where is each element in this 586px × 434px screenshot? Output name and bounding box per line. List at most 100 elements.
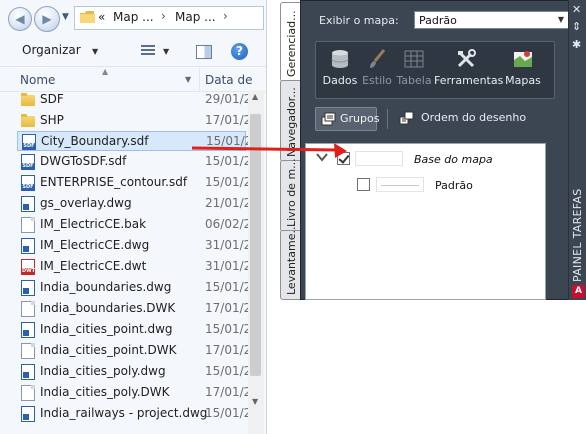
tab-map-book[interactable]: Livro de m... xyxy=(280,158,300,232)
column-header-name[interactable]: Nome xyxy=(20,73,55,87)
dwg-file-icon xyxy=(21,322,35,338)
file-date: 15/01/2 xyxy=(205,322,248,336)
layer-style-swatch xyxy=(355,151,403,166)
column-header-date[interactable]: Data de xyxy=(205,73,252,87)
chevron-down-icon[interactable]: ▼ xyxy=(185,75,191,84)
file-date: 15/01/2 xyxy=(205,175,248,189)
file-row[interactable]: India_cities_point.DWK 17/01/2 xyxy=(17,341,248,361)
dwt-file-icon xyxy=(21,259,35,275)
back-button[interactable]: ◀ xyxy=(8,7,32,31)
tab-map-explorer[interactable]: Navegador... xyxy=(280,80,300,162)
file-row[interactable]: India_boundaries.DWK 17/01/2 xyxy=(17,299,248,319)
file-name: IM_ElectricCE.bak xyxy=(40,217,147,231)
forward-button[interactable]: ▶ xyxy=(34,6,60,32)
column-divider[interactable] xyxy=(199,68,200,91)
document-icon xyxy=(21,301,35,317)
table-icon xyxy=(404,50,424,68)
file-row[interactable]: India_boundaries.dwg 15/01/2 xyxy=(17,278,248,298)
draw-order-icon xyxy=(399,111,414,125)
breadcrumb-separator[interactable]: › xyxy=(161,9,166,23)
file-name: India_railways - project.dwg xyxy=(40,406,208,420)
chevron-down-icon[interactable]: ▼ xyxy=(163,47,169,56)
file-row[interactable]: gs_overlay.dwg 21/01/2 xyxy=(17,194,248,214)
sdf-file-icon xyxy=(21,154,35,170)
file-row-selected[interactable]: City_Boundary.sdf 15/01/2 xyxy=(17,131,248,151)
document-icon xyxy=(21,217,35,233)
file-row[interactable]: IM_ElectricCE.dwt 31/01/2 xyxy=(17,257,248,277)
file-name: India_boundaries.dwg xyxy=(40,280,172,294)
layer-visibility-checkbox[interactable] xyxy=(337,152,350,165)
layer-visibility-checkbox[interactable] xyxy=(357,178,370,191)
breadcrumb-item[interactable]: Map ... xyxy=(175,10,216,24)
chevron-down-icon[interactable] xyxy=(316,151,328,163)
chevron-down-icon[interactable]: ▼ xyxy=(92,47,98,56)
file-row[interactable]: IM_ElectricCE.dwg 31/01/2 xyxy=(17,236,248,256)
navigation-bar: ◀ ▶ ▼ « Map ... › Map ... › xyxy=(0,0,266,36)
file-name: SHP xyxy=(40,113,64,127)
table-button[interactable]: Tabela xyxy=(394,48,434,87)
scroll-down-icon[interactable]: ▼ xyxy=(252,397,258,406)
file-date: 15/01/2 xyxy=(205,364,248,378)
file-name: India_cities_poly.dwg xyxy=(40,364,166,378)
file-date: 17/01/2 xyxy=(205,301,248,315)
groups-button[interactable]: Grupos xyxy=(315,107,379,131)
folder-icon xyxy=(80,11,95,23)
file-row[interactable]: SHP 17/01/2 xyxy=(17,111,248,131)
vertical-scrollbar[interactable]: ▲ ▼ xyxy=(248,90,264,434)
maps-button[interactable]: Mapas xyxy=(500,48,546,87)
file-name: India_cities_point.DWK xyxy=(40,343,177,357)
address-bar[interactable]: « Map ... › Map ... › xyxy=(74,6,264,30)
tab-display-manager[interactable]: Gerenciad... xyxy=(280,2,300,82)
draw-order-label: Ordem do desenho xyxy=(421,111,527,124)
file-date: 15/01/2 xyxy=(205,280,248,294)
file-row[interactable]: India_cities_point.dwg 15/01/2 xyxy=(17,320,248,340)
brush-icon xyxy=(370,49,386,68)
task-pane: Gerenciad... Navegador... Livro de m... … xyxy=(280,0,586,300)
chevron-down-icon[interactable]: ▼ xyxy=(558,15,564,24)
scroll-up-icon[interactable]: ▲ xyxy=(252,92,258,101)
file-row[interactable]: India_cities_poly.DWK 17/01/2 xyxy=(17,383,248,403)
preview-pane-icon[interactable] xyxy=(196,45,212,59)
file-row[interactable]: DWGToSDF.sdf 15/01/2 xyxy=(17,152,248,172)
file-row[interactable]: IM_ElectricCE.bak 06/02/2 xyxy=(17,215,248,235)
view-options-icon[interactable] xyxy=(141,45,155,57)
file-date: 31/01/2 xyxy=(205,259,248,273)
layer-list: Base do mapa Padrão xyxy=(305,143,546,300)
scrollbar-thumb[interactable] xyxy=(250,114,261,376)
layer-group-row[interactable]: Base do mapa xyxy=(306,147,545,171)
file-date: 21/01/2 xyxy=(205,196,248,210)
help-icon[interactable]: ? xyxy=(231,43,248,60)
breadcrumb-overflow[interactable]: « xyxy=(98,10,105,24)
breadcrumb-separator[interactable]: › xyxy=(223,9,228,23)
file-row[interactable]: ENTERPRISE_contour.sdf 15/01/2 xyxy=(17,173,248,193)
tools-button[interactable]: Ferramentas xyxy=(434,48,503,87)
tab-survey[interactable]: Levantame... xyxy=(280,223,300,300)
sdf-file-icon xyxy=(21,175,35,191)
dwg-file-icon xyxy=(21,196,35,212)
file-row[interactable]: India_railways - project.dwg 15/01/2 xyxy=(17,404,248,424)
map-select-value: Padrão xyxy=(419,14,457,27)
dwg-file-icon xyxy=(21,406,35,422)
data-button[interactable]: Dados xyxy=(320,48,360,87)
file-explorer-window: ◀ ▶ ▼ « Map ... › Map ... › Organizar ▼ … xyxy=(0,0,267,434)
recent-locations-dropdown[interactable]: ▼ xyxy=(62,12,69,22)
layer-row[interactable]: Padrão xyxy=(306,173,545,197)
file-row[interactable]: India_cities_poly.dwg 15/01/2 xyxy=(17,362,248,382)
file-row[interactable]: SDF 29/01/2 xyxy=(17,90,248,110)
file-name: SDF xyxy=(40,92,64,106)
autodesk-logo-icon: A xyxy=(572,285,585,298)
tab-label: Gerenciad... xyxy=(285,10,298,77)
close-icon[interactable]: ✕ xyxy=(572,3,581,16)
tab-label: Navegador... xyxy=(285,87,298,157)
style-button[interactable]: Estilo xyxy=(360,48,394,87)
auto-hide-icon[interactable]: ⇕ xyxy=(572,20,581,33)
file-name: India_cities_point.dwg xyxy=(40,322,173,336)
file-date: 15/01/2 xyxy=(205,406,248,420)
settings-icon[interactable]: ✱ xyxy=(572,38,581,51)
breadcrumb-item[interactable]: Map ... xyxy=(113,10,154,24)
file-name: IM_ElectricCE.dwt xyxy=(40,259,147,273)
organize-button[interactable]: Organizar xyxy=(22,43,81,57)
data-button-label: Dados xyxy=(322,74,358,87)
dwg-file-icon xyxy=(21,364,35,380)
map-select[interactable]: Padrão ▼ xyxy=(414,11,570,29)
